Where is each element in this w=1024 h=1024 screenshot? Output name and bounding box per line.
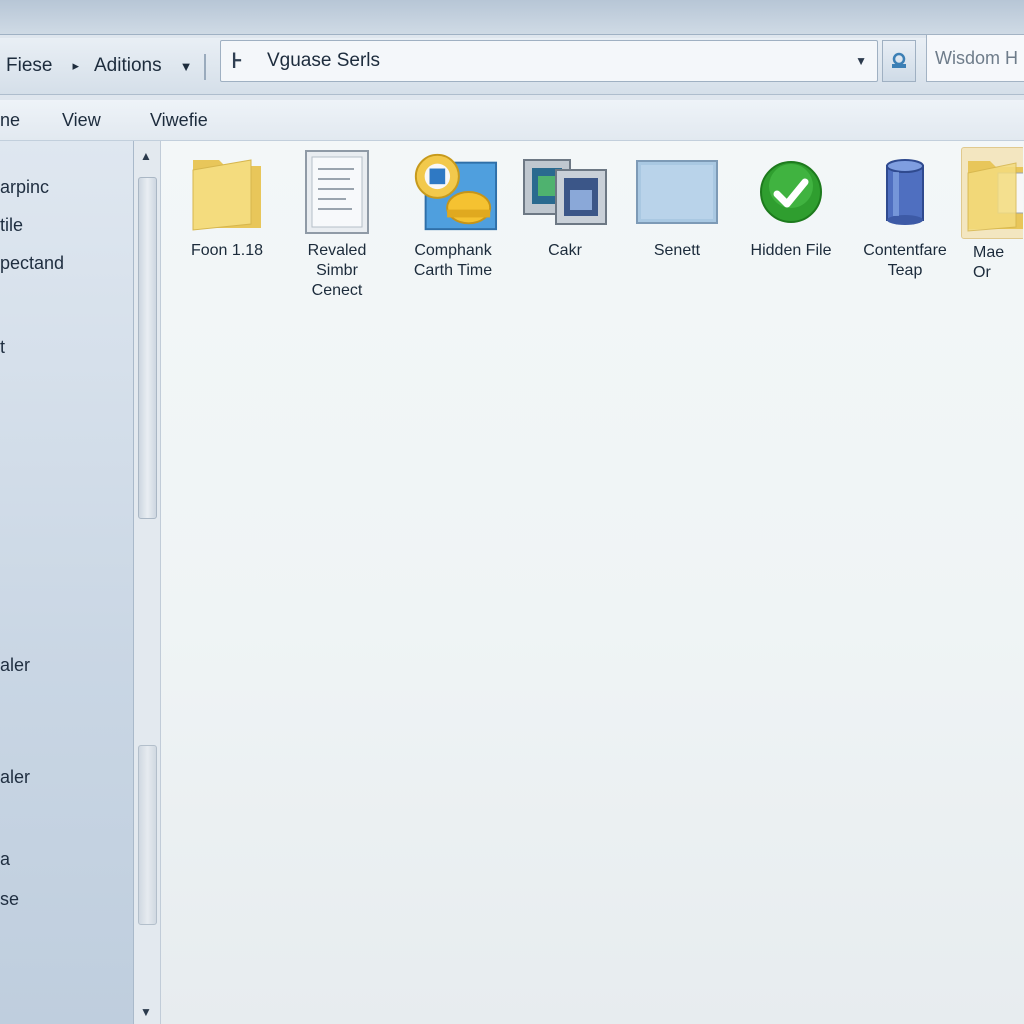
sidebar-item-3[interactable]: pectand bbox=[0, 253, 64, 274]
files-menu-button[interactable]: Fiese ▸ bbox=[6, 52, 79, 80]
pictures-icon bbox=[520, 147, 610, 237]
file-label: Mae Or bbox=[973, 244, 1005, 281]
file-item[interactable]: Senett bbox=[621, 147, 733, 261]
toolbar-divider bbox=[204, 54, 206, 80]
sidebar-item-1[interactable]: arpinc bbox=[0, 177, 49, 198]
refresh-button[interactable] bbox=[882, 40, 916, 82]
scroll-thumb[interactable] bbox=[138, 177, 157, 519]
actions-menu-label: Aditions bbox=[94, 55, 162, 76]
file-item[interactable]: Contentfare Teap bbox=[849, 147, 961, 281]
scroll-up-icon[interactable]: ▲ bbox=[140, 149, 152, 163]
address-text: Vguase Serls bbox=[267, 50, 381, 71]
sidebar-item-8[interactable]: se bbox=[0, 889, 19, 910]
sidebar-item-7[interactable]: a bbox=[0, 849, 10, 870]
file-label: Senett bbox=[653, 242, 701, 259]
sidebar-item-2[interactable]: tile bbox=[0, 215, 23, 236]
file-item[interactable]: Cakr bbox=[509, 147, 621, 261]
address-bar[interactable]: ⊦ Vguase Serls ▼ bbox=[220, 40, 878, 82]
scroll-track-segment bbox=[138, 745, 157, 925]
sidebar-scrollbar[interactable]: ▲ ▼ bbox=[134, 141, 161, 1024]
file-label: Revaled Simbr Cenect bbox=[307, 242, 367, 299]
menu-item-view[interactable]: View bbox=[62, 110, 101, 131]
file-item[interactable]: Mae Or bbox=[961, 147, 1023, 283]
checkmark-icon bbox=[746, 147, 836, 237]
file-item[interactable]: Comphank Carth Time bbox=[397, 147, 509, 281]
menu-bar: ne View Viwefie bbox=[0, 100, 1024, 141]
sidebar-item-4[interactable]: t bbox=[0, 337, 5, 358]
navigation-pane: arpinc tile pectand t aler aler a se bbox=[0, 141, 134, 1024]
sidebar-item-6[interactable]: aler bbox=[0, 767, 30, 788]
file-label: Cakr bbox=[548, 242, 582, 259]
document-icon bbox=[292, 147, 382, 237]
database-icon bbox=[860, 147, 950, 237]
actions-menu-button[interactable]: Aditions ▼ bbox=[94, 52, 192, 80]
file-label: Contentfare Teap bbox=[863, 242, 947, 279]
scroll-down-icon[interactable]: ▼ bbox=[140, 1005, 152, 1019]
files-menu-label: Fiese bbox=[6, 55, 53, 76]
file-item[interactable]: Revaled Simbr Cenect bbox=[281, 147, 393, 301]
blank-window-icon bbox=[632, 147, 722, 237]
file-label: Comphank Carth Time bbox=[413, 242, 493, 279]
folder-document-icon bbox=[961, 147, 1023, 239]
window-top-frame bbox=[0, 0, 1024, 35]
folder-icon bbox=[182, 147, 272, 237]
file-label: Hidden File bbox=[750, 242, 832, 259]
refresh-icon bbox=[892, 52, 906, 68]
menu-item-viewfile[interactable]: Viwefie bbox=[150, 110, 208, 131]
file-label: Foon 1.18 bbox=[190, 242, 264, 259]
gear-package-icon bbox=[408, 147, 498, 237]
file-item[interactable]: Hidden File bbox=[735, 147, 847, 261]
chevron-right-icon: ▸ bbox=[72, 58, 79, 73]
file-item[interactable]: Foon 1.18 bbox=[171, 147, 283, 261]
address-dropdown-icon[interactable]: ▼ bbox=[855, 54, 867, 68]
file-list-pane: Foon 1.18 Revaled Simbr Cenect Comphank … bbox=[161, 141, 1024, 1024]
sidebar-item-5[interactable]: aler bbox=[0, 655, 30, 676]
navigation-icon: ⊦ bbox=[231, 48, 243, 73]
search-placeholder: Wisdom H bbox=[935, 47, 1019, 68]
search-input[interactable]: Wisdom H bbox=[926, 34, 1024, 82]
chevron-down-icon: ▼ bbox=[179, 58, 193, 74]
menu-item-edit[interactable]: ne bbox=[0, 110, 20, 131]
